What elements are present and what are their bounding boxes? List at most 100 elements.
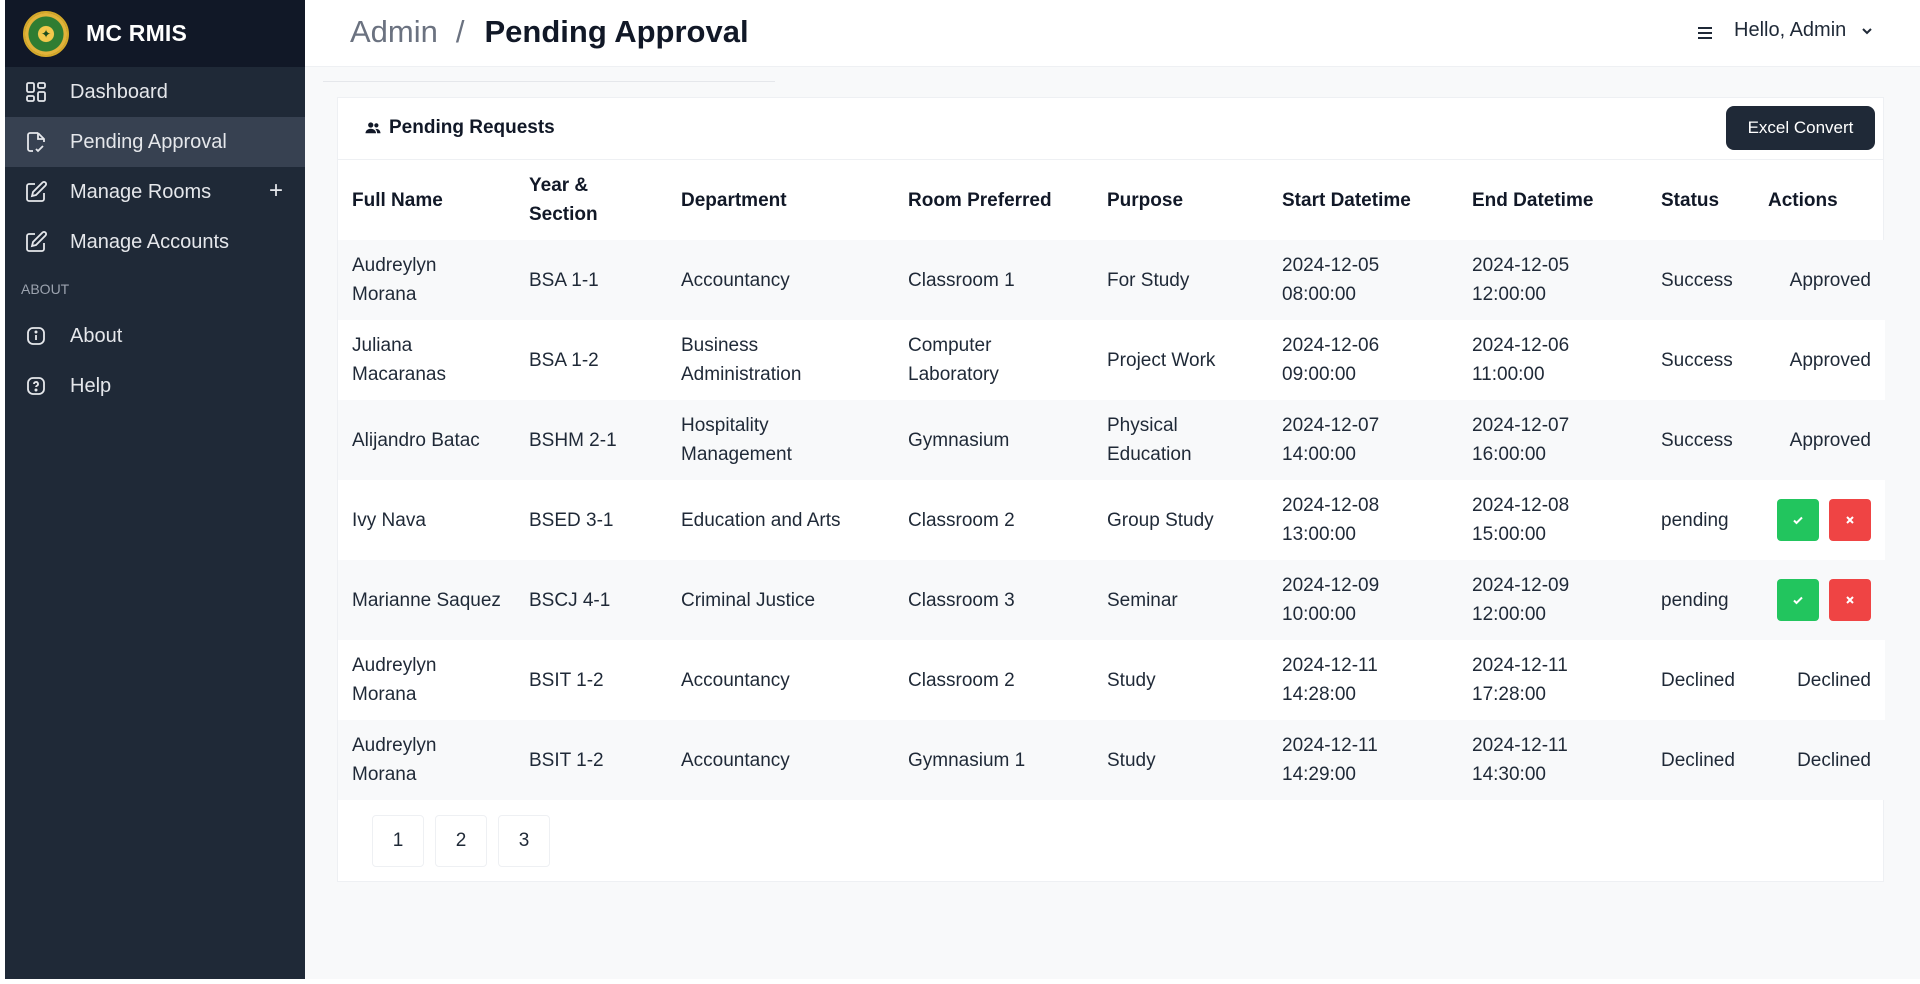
cell-purpose: Physical Education bbox=[1107, 415, 1192, 465]
decline-button[interactable] bbox=[1829, 499, 1871, 541]
page-button-1[interactable]: 1 bbox=[372, 815, 424, 867]
cell-start: 2024-12-06 09:00:00 bbox=[1282, 335, 1380, 385]
action-buttons bbox=[1768, 579, 1871, 621]
cell-year-section: BSIT 1-2 bbox=[529, 669, 604, 691]
cell-year-section: BSA 1-1 bbox=[529, 269, 599, 291]
edit-icon bbox=[23, 229, 49, 255]
cell-room: Classroom 2 bbox=[908, 509, 1015, 531]
column-header-purpose[interactable]: Purpose bbox=[1093, 160, 1268, 240]
cell-end: 2024-12-08 15:00:00 bbox=[1472, 495, 1570, 545]
breadcrumb-root[interactable]: Admin bbox=[350, 14, 438, 50]
hamburger-menu-icon[interactable] bbox=[1693, 21, 1717, 45]
sidebar-item-about[interactable]: About bbox=[5, 311, 305, 361]
column-header-year-section[interactable]: Year & Section bbox=[515, 160, 667, 240]
cell-action-text: Approved bbox=[1789, 429, 1871, 451]
cell-year-section: BSHM 2-1 bbox=[529, 429, 617, 451]
cell-status: Success bbox=[1661, 349, 1733, 371]
sidebar-item-label: Help bbox=[70, 374, 112, 397]
cell-full-name: Audreylyn Morana bbox=[352, 255, 437, 305]
cell-room: Computer Laboratory bbox=[908, 335, 999, 385]
card-title: Pending Requests bbox=[364, 117, 555, 139]
card-header: Pending Requests Excel Convert bbox=[338, 98, 1883, 160]
cell-status: Declined bbox=[1661, 669, 1735, 691]
cell-full-name: Audreylyn Morana bbox=[352, 655, 437, 705]
action-buttons bbox=[1768, 499, 1871, 541]
brand-title: MC RMIS bbox=[86, 20, 188, 46]
excel-convert-button[interactable]: Excel Convert bbox=[1726, 106, 1875, 150]
divider bbox=[323, 81, 775, 82]
check-icon bbox=[1793, 596, 1803, 605]
table-row: Juliana Macaranas BSA 1-2 Business Admin… bbox=[338, 320, 1885, 400]
sidebar-section-about: ABOUT bbox=[21, 281, 70, 297]
cell-end: 2024-12-11 17:28:00 bbox=[1472, 655, 1568, 705]
table-row: Audreylyn Morana BSA 1-1 Accountancy Cla… bbox=[338, 240, 1885, 320]
user-menu[interactable]: Hello, Admin bbox=[1734, 19, 1874, 42]
sidebar-item-help[interactable]: Help bbox=[5, 361, 305, 411]
close-icon bbox=[1846, 516, 1854, 524]
brand[interactable]: ✦ MC RMIS bbox=[5, 0, 305, 67]
cell-end: 2024-12-06 11:00:00 bbox=[1472, 335, 1570, 385]
cell-purpose: Project Work bbox=[1107, 349, 1216, 371]
sidebar-item-manage-accounts[interactable]: Manage Accounts bbox=[5, 217, 305, 267]
expand-plus-icon[interactable]: + bbox=[269, 179, 283, 203]
college-logo-icon: ✦ bbox=[23, 10, 69, 57]
approve-button[interactable] bbox=[1777, 579, 1819, 621]
close-icon bbox=[1846, 596, 1854, 604]
sidebar-item-label: Manage Accounts bbox=[70, 230, 229, 253]
cell-status: Success bbox=[1661, 429, 1733, 451]
page-button-2[interactable]: 2 bbox=[435, 815, 487, 867]
cell-room: Gymnasium 1 bbox=[908, 749, 1026, 771]
cell-full-name: Alijandro Batac bbox=[352, 429, 480, 451]
cell-actions bbox=[1754, 480, 1885, 560]
cell-action-text: Approved bbox=[1789, 349, 1871, 371]
cell-actions bbox=[1754, 560, 1885, 640]
breadcrumb: Admin / Pending Approval bbox=[350, 14, 749, 50]
check-icon bbox=[1793, 516, 1803, 525]
sidebar-item-label: Pending Approval bbox=[70, 130, 227, 153]
requests-table: Full Name Year & Section Department Room… bbox=[338, 160, 1885, 800]
main-content: Pending Requests Excel Convert Full Name… bbox=[305, 67, 1920, 979]
table-row: Alijandro Batac BSHM 2-1 Hospitality Man… bbox=[338, 400, 1885, 480]
cell-action-text: Declined bbox=[1797, 749, 1871, 771]
cell-room: Classroom 3 bbox=[908, 589, 1015, 611]
users-icon bbox=[365, 122, 381, 134]
card-title-text: Pending Requests bbox=[389, 117, 555, 138]
sidebar-about-nav: About Help bbox=[5, 311, 305, 411]
decline-button[interactable] bbox=[1829, 579, 1871, 621]
cell-year-section: BSIT 1-2 bbox=[529, 749, 604, 771]
cell-department: Accountancy bbox=[681, 669, 790, 691]
cell-department: Education and Arts bbox=[681, 509, 841, 531]
column-header-room[interactable]: Room Preferred bbox=[894, 160, 1093, 240]
cell-purpose: Study bbox=[1107, 669, 1156, 691]
column-header-actions: Actions bbox=[1768, 189, 1838, 211]
cell-start: 2024-12-07 14:00:00 bbox=[1282, 415, 1380, 465]
sidebar-item-pending-approval[interactable]: Pending Approval bbox=[5, 117, 305, 167]
document-approval-icon bbox=[23, 129, 49, 155]
column-header-status[interactable]: Status bbox=[1647, 160, 1754, 240]
cell-start: 2024-12-05 08:00:00 bbox=[1282, 255, 1380, 305]
cell-department: Accountancy bbox=[681, 749, 790, 771]
approve-button[interactable] bbox=[1777, 499, 1819, 541]
table-row: Audreylyn Morana BSIT 1-2 Accountancy Cl… bbox=[338, 640, 1885, 720]
sidebar-item-manage-rooms[interactable]: Manage Rooms + bbox=[5, 167, 305, 217]
column-header-full-name[interactable]: Full Name bbox=[338, 160, 515, 240]
pagination: 1 2 3 bbox=[372, 815, 550, 867]
sidebar-nav: Dashboard Pending Approval Manage Rooms … bbox=[5, 67, 305, 267]
cell-year-section: BSCJ 4-1 bbox=[529, 589, 611, 611]
column-header-end[interactable]: End Datetime bbox=[1458, 160, 1647, 240]
cell-end: 2024-12-09 12:00:00 bbox=[1472, 575, 1570, 625]
table-row: Ivy Nava BSED 3-1 Education and Arts Cla… bbox=[338, 480, 1885, 560]
cell-full-name: Marianne Saquez bbox=[352, 589, 501, 611]
cell-full-name: Ivy Nava bbox=[352, 509, 426, 531]
cell-status: pending bbox=[1661, 589, 1729, 611]
sidebar-item-label: About bbox=[70, 324, 123, 347]
column-header-start[interactable]: Start Datetime bbox=[1268, 160, 1458, 240]
page-button-3[interactable]: 3 bbox=[498, 815, 550, 867]
cell-year-section: BSED 3-1 bbox=[529, 509, 614, 531]
cell-action-text: Approved bbox=[1789, 269, 1871, 291]
pending-requests-card: Pending Requests Excel Convert Full Name… bbox=[337, 97, 1885, 882]
cell-status: Declined bbox=[1661, 749, 1735, 771]
sidebar-item-dashboard[interactable]: Dashboard bbox=[5, 67, 305, 117]
column-header-department[interactable]: Department bbox=[667, 160, 894, 240]
cell-start: 2024-12-08 13:00:00 bbox=[1282, 495, 1380, 545]
